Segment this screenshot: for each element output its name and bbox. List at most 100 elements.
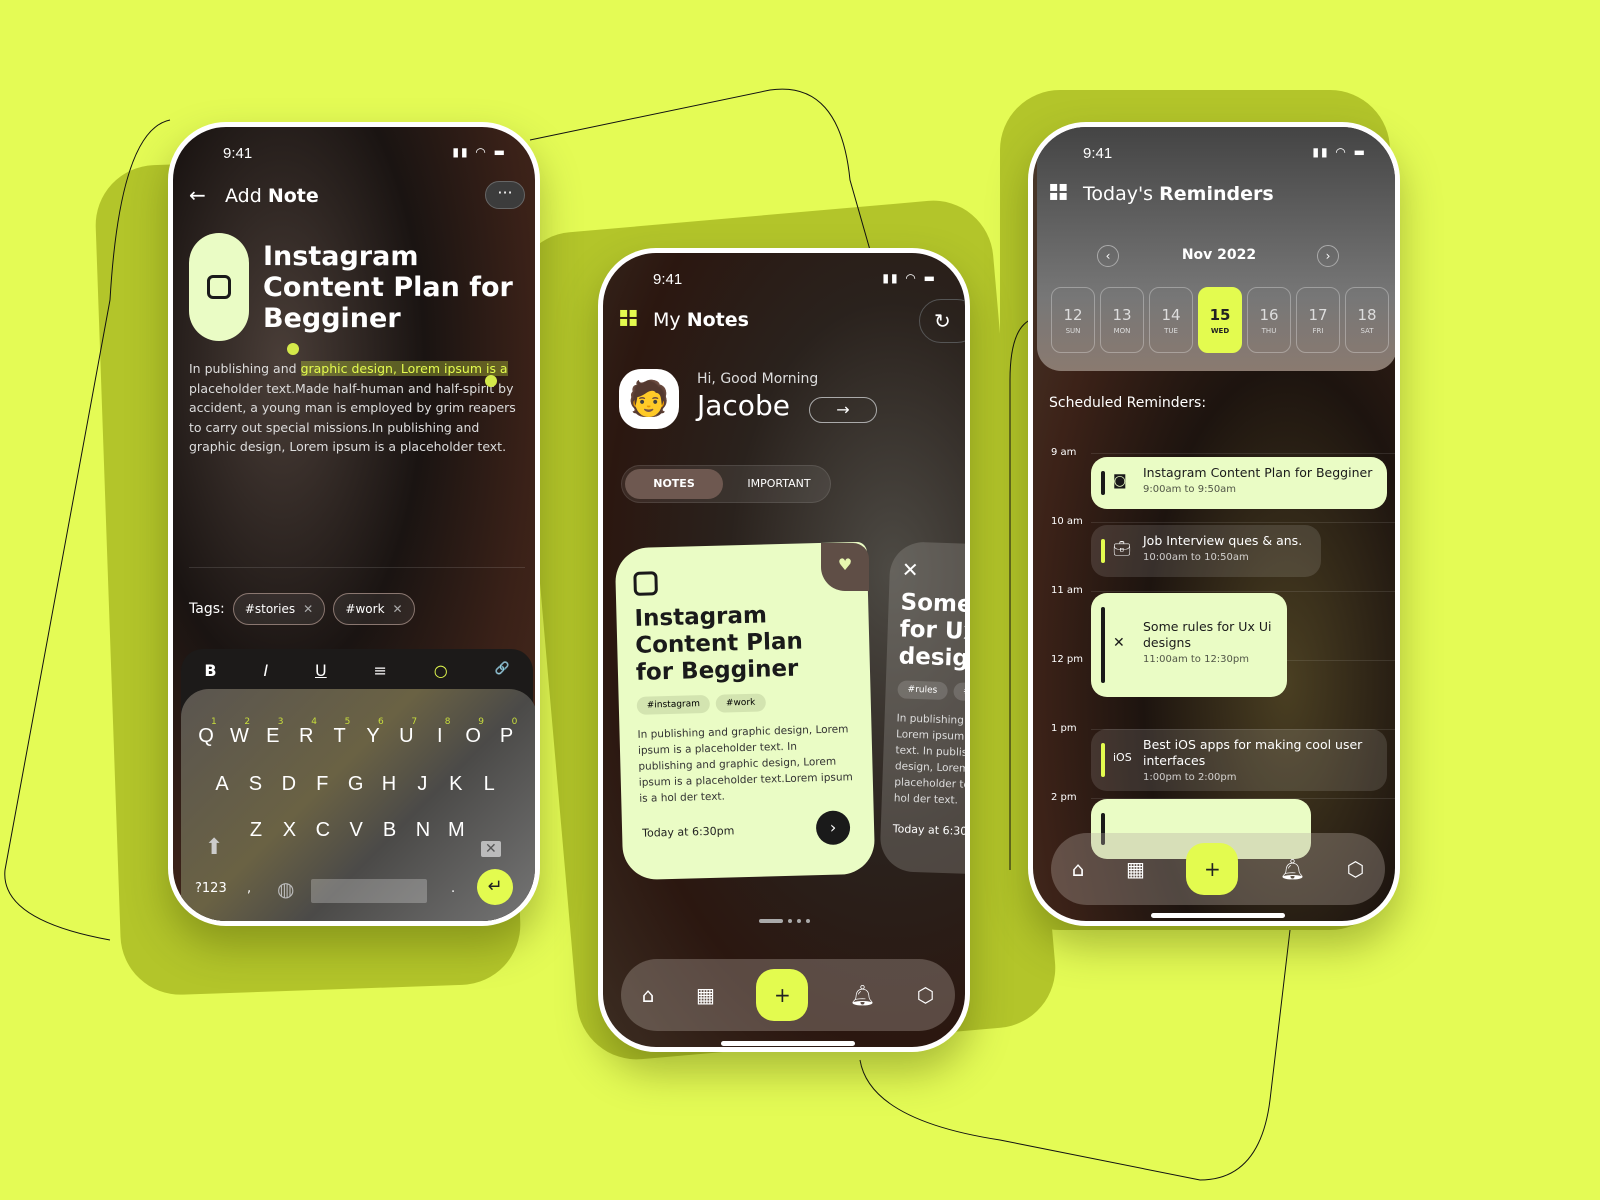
calendar-icon[interactable]: ▦ [696,983,715,1007]
card-tag[interactable]: #work [715,693,766,713]
design-tools-icon: ✕ [1113,635,1125,651]
keyboard-key[interactable]: N [408,819,438,842]
date-chip[interactable]: 12 SUN [1051,287,1095,353]
close-icon[interactable]: ✕ [393,602,403,616]
settings-icon[interactable]: ⬡ [1347,857,1364,881]
note-title[interactable]: Instagram Content Plan for Begginer [263,241,523,334]
note-card[interactable]: Instagram Content Plan for Begginer #ins… [614,541,876,881]
reminder-item[interactable]: ✕ Some rules for Ux Ui designs 11:00am to … [1091,593,1287,697]
keyboard-key[interactable]: F [307,773,337,796]
keyboard-key[interactable]: Z [241,819,271,842]
keyboard-key[interactable]: S [240,773,270,796]
keyboard-key[interactable]: K [441,773,471,796]
keyboard-key[interactable]: W [224,725,254,748]
comma-key[interactable]: , [247,881,251,896]
keyboard-key[interactable]: J [407,773,437,796]
calendar-icon[interactable]: ▦ [1126,857,1145,881]
selected-text[interactable]: graphic design, Lorem ipsum is a [300,361,508,376]
bell-icon[interactable]: 🔔︎ [1280,857,1305,881]
card-tag[interactable]: #instagram [636,694,711,715]
next-month-button[interactable]: › [1317,245,1339,267]
keyboard-key[interactable]: D [274,773,304,796]
favorite-heart-icon[interactable]: ♥ [821,543,869,591]
selection-handle-end[interactable] [485,375,497,387]
bell-icon[interactable]: 🔔︎ [850,983,875,1007]
keyboard-key[interactable]: H [374,773,404,796]
open-note-button[interactable]: › [815,810,851,846]
keyboard-key[interactable]: T [325,725,355,748]
keyboard-key[interactable]: U [391,725,421,748]
reminder-item[interactable]: ◙ Instagram Content Plan for Begginer 9:00… [1091,457,1387,509]
keyboard-key[interactable]: X [274,819,304,842]
return-key[interactable]: ↵ [477,869,513,905]
home-indicator [721,1041,855,1046]
tag-chip[interactable]: #stories ✕ [233,593,325,625]
symbols-key[interactable]: ?123 [195,881,227,896]
home-icon[interactable]: ⌂ [1072,857,1085,881]
period-key[interactable]: . [451,881,455,896]
menu-icon[interactable]: ▪▪ ▪▪ [1049,180,1068,203]
reminder-item[interactable]: 💼︎ Job Interview ques & ans. 10:00am to 10… [1091,525,1321,577]
bold-button[interactable]: B [204,661,216,680]
profile-arrow-button[interactable]: → [809,397,877,423]
date-chip[interactable]: 18 SAT [1345,287,1389,353]
keyboard-key[interactable]: A [207,773,237,796]
reminder-item[interactable]: iOS Best iOS apps for making cool user in… [1091,729,1387,791]
keyboard-key[interactable]: G [341,773,371,796]
page-title: Today's Reminders [1083,183,1274,205]
date-chip[interactable]: 17 FRI [1296,287,1340,353]
home-icon[interactable]: ⌂ [642,983,655,1007]
date-number: 16 [1259,306,1279,324]
italic-button[interactable]: I [263,661,268,680]
card-tag[interactable]: #work [952,682,965,702]
keyboard-key[interactable]: Y [358,725,388,748]
keyboard-key[interactable]: P [492,725,522,748]
keyboard-key[interactable]: C [308,819,338,842]
add-icon[interactable]: + [1186,843,1239,895]
link-icon[interactable]: 🔗 [495,661,510,680]
page-title: Add Note [225,185,319,207]
globe-icon[interactable]: ◍ [277,877,294,901]
menu-icon[interactable]: ▪▪ ▪▪ [619,306,638,329]
page-title: My Notes [653,309,749,331]
shift-key[interactable]: ⬆ [205,835,223,860]
settings-icon[interactable]: ⬡ [917,983,934,1007]
align-button[interactable]: ≡ [374,661,387,680]
card-body: In publishing and graphic design, Lorem … [893,712,970,807]
keyboard-key[interactable]: I [425,725,455,748]
avatar[interactable]: 🧑 [619,369,679,429]
date-chip[interactable]: 15 WED [1198,287,1242,353]
more-button[interactable]: ··· [485,181,525,209]
keyboard-key[interactable]: O [458,725,488,748]
greeting: Hi, Good Morning [697,371,819,387]
date-chip[interactable]: 16 THU [1247,287,1291,353]
tag-chip[interactable]: #work ✕ [333,593,415,625]
backspace-key[interactable]: ✕ [481,841,501,857]
user-name: Jacobe [697,389,790,422]
keyboard-key[interactable]: V [341,819,371,842]
status-time: 9:41 [653,271,683,288]
selection-handle-start[interactable] [287,343,299,355]
underline-button[interactable]: U [315,661,327,680]
filter-button[interactable]: ↻ [919,299,965,343]
add-icon[interactable]: + [756,969,809,1021]
keyboard-key[interactable]: Q [191,725,221,748]
close-icon[interactable]: ✕ [303,602,313,616]
date-chip[interactable]: 13 MON [1100,287,1144,353]
note-body[interactable]: In publishing and graphic design, Lorem … [189,359,525,457]
color-button[interactable]: ○ [434,661,448,680]
card-tag[interactable]: #rules [897,680,948,701]
instagram-icon: ◙ [1113,473,1127,489]
keyboard-key[interactable]: E [258,725,288,748]
keyboard-key[interactable]: R [291,725,321,748]
keyboard-key[interactable]: L [474,773,504,796]
tab-notes[interactable]: NOTES [625,469,723,499]
tab-important[interactable]: IMPORTANT [732,469,826,499]
space-key[interactable] [311,879,427,903]
date-chip[interactable]: 14 TUE [1149,287,1193,353]
title-prefix: Today's [1083,183,1154,205]
back-arrow-icon[interactable]: ← [189,183,206,207]
keyboard-key[interactable]: M [441,819,471,842]
note-card[interactable]: ✕ Some rules for Ux Ui designs #rules #w… [879,541,970,875]
keyboard-key[interactable]: B [375,819,405,842]
